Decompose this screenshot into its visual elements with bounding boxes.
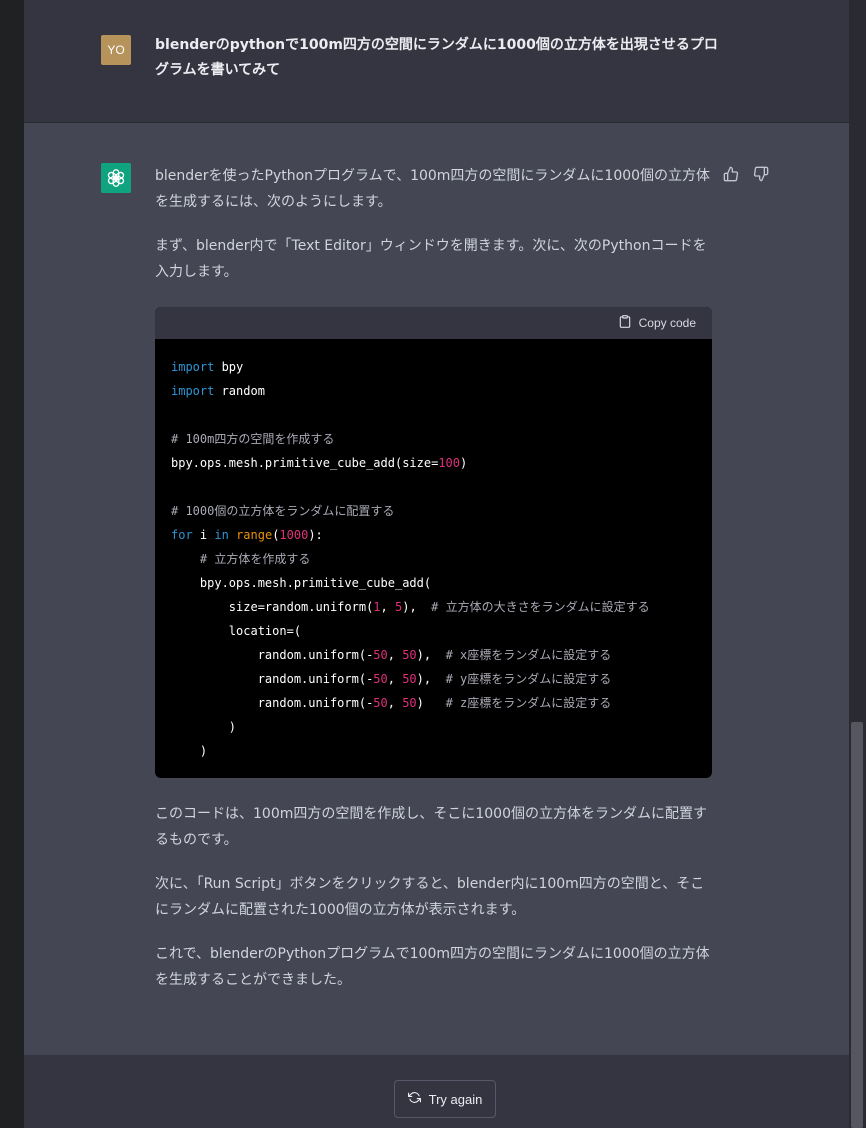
scrollbar-thumb[interactable] — [851, 722, 863, 1128]
code-line: for i in range(1000): — [171, 523, 696, 547]
try-again-label: Try again — [428, 1091, 483, 1107]
copy-code-button[interactable]: Copy code — [618, 314, 696, 332]
user-message: YO blenderのpythonで100m四方の空間にランダムに1000個の立… — [24, 0, 849, 123]
code-token: bpy.ops.mesh.primitive_cube_add(size= — [171, 456, 439, 470]
code-token: ), — [416, 672, 446, 686]
clipboard-icon — [618, 314, 632, 332]
code-token: random — [214, 384, 265, 398]
code-line: ) — [171, 739, 696, 763]
code-token: # 立方体の大きさをランダムに設定する — [431, 600, 650, 614]
code-token: # 立方体を作成する — [199, 552, 311, 566]
response-followup: このコードは、100m四方の空間を作成し、そこに1000個の立方体をランダムに配… — [155, 801, 715, 993]
code-line: # 1000個の立方体をランダムに配置する — [171, 499, 696, 523]
code-token: ) — [171, 744, 208, 758]
thumbs-down-icon[interactable] — [752, 165, 770, 183]
code-token: , — [387, 672, 403, 686]
code-token: 50 — [402, 696, 417, 710]
code-token: bpy — [214, 360, 244, 374]
code-line: # 100m四方の空間を作成する — [171, 427, 696, 451]
code-token: # y座標をランダムに設定する — [445, 672, 612, 686]
code-token: # x座標をランダムに設定する — [445, 648, 612, 662]
code-token: i — [192, 528, 215, 542]
chatgpt-logo-icon — [101, 163, 131, 193]
code-block-header: Copy code — [155, 307, 712, 339]
code-token: # 100m四方の空間を作成する — [171, 432, 335, 446]
code-token: ), — [402, 600, 432, 614]
response-paragraph-5: これで、blenderのPythonプログラムで100m四方の空間にランダムに1… — [155, 946, 710, 988]
code-token: ) — [460, 456, 468, 470]
code-token: 50 — [402, 672, 417, 686]
code-token: range — [236, 528, 273, 542]
code-token: location=( — [171, 624, 302, 638]
code-token: size=random.uniform( — [171, 600, 374, 614]
code-line: random.uniform(-50, 50) # z座標をランダムに設定する — [171, 691, 696, 715]
response-paragraph-3: このコードは、100m四方の空間を作成し、そこに1000個の立方体をランダムに配… — [155, 806, 707, 848]
code-line: random.uniform(-50, 50), # x座標をランダムに設定する — [171, 643, 696, 667]
assistant-content: blenderを使ったPythonプログラムで、100m四方の空間にランダムに1… — [155, 163, 715, 1011]
try-again-button[interactable]: Try again — [394, 1080, 496, 1118]
code-block: Copy code import bpy import random # 100m四… — [155, 307, 712, 778]
code-token: in — [214, 528, 229, 542]
code-token: import — [171, 360, 215, 374]
code-line: size=random.uniform(1, 5), # 立方体の大きさをランダ… — [171, 595, 696, 619]
code-line: ) — [171, 715, 696, 739]
refresh-icon — [407, 1091, 421, 1107]
code-line: import random — [171, 379, 696, 403]
code-token: for — [171, 528, 193, 542]
copy-code-label: Copy code — [638, 316, 696, 330]
code-token: import — [171, 384, 215, 398]
assistant-message: blenderを使ったPythonプログラムで、100m四方の空間にランダムに1… — [24, 123, 849, 1055]
code-token: 50 — [373, 648, 388, 662]
response-paragraph-2: まず、blender内で「Text Editor」ウィンドウを開きます。次に、次… — [155, 238, 707, 280]
code-line: bpy.ops.mesh.primitive_cube_add(size=100… — [171, 451, 696, 475]
code-line: location=( — [171, 619, 696, 643]
code-token: ) — [171, 720, 237, 734]
code-token: 100 — [438, 456, 460, 470]
code-token: ) — [416, 696, 446, 710]
code-token: bpy.ops.mesh.primitive_cube_add( — [171, 576, 432, 590]
code-token: random.uniform(- — [171, 696, 374, 710]
bottom-input-area: Try again — [24, 1055, 849, 1128]
code-content[interactable]: import bpy import random # 100m四方の空間を作成する b… — [155, 339, 712, 778]
code-token: , — [387, 696, 403, 710]
response-paragraph-1: blenderを使ったPythonプログラムで、100m四方の空間にランダムに1… — [155, 168, 711, 210]
conversation-panel: YO blenderのpythonで100m四方の空間にランダムに1000個の立… — [24, 0, 849, 1128]
user-avatar: YO — [101, 35, 131, 65]
response-paragraph-4: 次に、「Run Script」ボタンをクリックすると、blender内に100m… — [155, 876, 705, 918]
code-token: 50 — [373, 696, 388, 710]
code-token: # z座標をランダムに設定する — [445, 696, 612, 710]
code-token: random.uniform(- — [171, 672, 374, 686]
code-token: 50 — [373, 672, 388, 686]
code-token: 50 — [402, 648, 417, 662]
code-line: import bpy — [171, 355, 696, 379]
user-message-text: blenderのpythonで100m四方の空間にランダムに1000個の立方体を… — [155, 37, 718, 78]
code-token: , — [387, 648, 403, 662]
code-line: random.uniform(-50, 50), # y座標をランダムに設定する — [171, 667, 696, 691]
code-token: random.uniform(- — [171, 648, 374, 662]
code-token: 1000 — [279, 528, 309, 542]
feedback-buttons — [722, 165, 770, 183]
code-token: , — [380, 600, 395, 614]
code-token: 1 — [373, 600, 381, 614]
code-line: # 立方体を作成する — [171, 547, 696, 571]
code-line: bpy.ops.mesh.primitive_cube_add( — [171, 571, 696, 595]
code-token: ): — [308, 528, 323, 542]
left-edge — [0, 0, 24, 1128]
code-token: # 1000個の立方体をランダムに配置する — [171, 504, 395, 518]
code-token: ), — [416, 648, 446, 662]
thumbs-up-icon[interactable] — [722, 165, 740, 183]
